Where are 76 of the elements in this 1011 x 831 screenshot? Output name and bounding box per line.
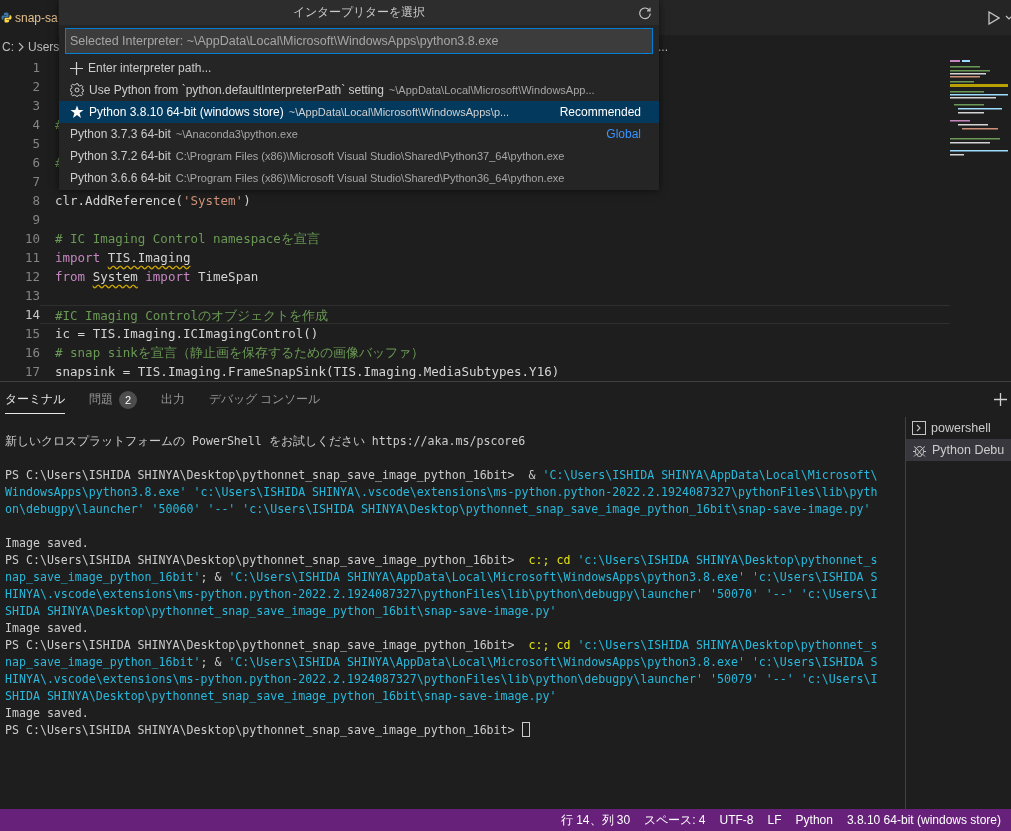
terminal-line: PS C:\Users\ISHIDA SHINYA\Desktop\pythonnet_snap_save_image_python_16bit> c:; cd 'c:\Users\ISHIDA SHINYA\Desktop\pythonnet_s: [5, 552, 879, 569]
terminal-line: PS C:\Users\ISHIDA SHINYA\Desktop\pythonnet_snap_save_image_python_16bit>: [5, 722, 905, 739]
terminal-list-item[interactable]: powershell: [906, 417, 1011, 439]
code-line: #IC Imaging Controlのオブジェクトを作成: [55, 307, 328, 324]
status-item[interactable]: Python: [795, 813, 833, 827]
panel-tab[interactable]: 出力: [161, 385, 185, 414]
status-item[interactable]: 行 14、列 30: [560, 811, 631, 829]
code-line: ic = TIS.Imaging.ICImagingControl(): [55, 325, 319, 342]
status-item[interactable]: スペース: 4: [644, 811, 706, 829]
terminal-line: nap_save_image_python_16bit'; & 'C:\Users\ISHIDA SHINYA\AppData\Local\Microsoft\WindowsApps\python3.8.exe' 'c:\Users\ISHIDA S: [5, 569, 879, 586]
breadcrumb-overflow[interactable]: ...: [658, 39, 668, 54]
terminal-line: WindowsApps\python3.8.exe' 'c:\Users\ISHIDA SHINYA\.vscode\extensions\ms-python.python-2022.2.1924087327\pythonFiles\lib\pyth: [5, 484, 879, 501]
status-item[interactable]: UTF-8: [719, 813, 754, 827]
plus-icon: [70, 61, 83, 75]
line-number: 5: [31, 135, 40, 153]
terminal-line: HINYA\.vscode\extensions\ms-python.python-2022.2.1924087327\pythonFiles\lib\python\debugpy\launcher' '50079' '--' 'c:\Users\I: [5, 671, 879, 688]
code-line: import TIS.Imaging: [55, 249, 191, 266]
line-number: 14: [23, 306, 40, 324]
line-number: 3: [31, 97, 40, 115]
line-number: 13: [23, 287, 40, 305]
line-number: 4: [31, 116, 40, 134]
breadcrumb-item[interactable]: C:: [2, 39, 14, 54]
line-number: 12: [23, 268, 40, 286]
line-number: 1: [31, 59, 40, 77]
refresh-icon[interactable]: [638, 6, 652, 20]
line-number: 2: [31, 78, 40, 96]
line-number: 6: [31, 154, 40, 172]
line-number: 16: [23, 344, 40, 362]
line-number: 10: [23, 230, 40, 248]
terminal-line: nap_save_image_python_16bit'; & 'C:\Users\ISHIDA SHINYA\AppData\Local\Microsoft\WindowsApps\python3.8.exe' 'c:\Users\ISHIDA S: [5, 654, 879, 671]
line-number: 7: [31, 173, 40, 191]
interpreter-option[interactable]: Python 3.6.6 64-bit C:\Program Files (x86)\Microsoft Visual Studio\Shared\Python36_64\python.exe: [59, 167, 659, 189]
interpreter-option[interactable]: Python 3.7.2 64-bit C:\Program Files (x86)\Microsoft Visual Studio\Shared\Python37_64\python.exe: [59, 145, 659, 167]
status-item[interactable]: LF: [767, 813, 782, 827]
terminal-line: PS C:\Users\ISHIDA SHINYA\Desktop\pythonnet_snap_save_image_python_16bit> & 'C:\Users\ISHIDA SHINYA\AppData\Local\Microsoft\: [5, 467, 879, 484]
code-line: clr.AddReference('System'): [55, 192, 251, 209]
plus-icon[interactable]: [994, 393, 1007, 406]
line-number: 9: [31, 211, 40, 229]
line-number: 11: [23, 249, 40, 267]
code-line: snapsink = TIS.Imaging.FrameSnapSink(TIS.Imaging.MediaSubtypes.Y16): [55, 363, 560, 380]
chevron-right-icon: [18, 41, 24, 52]
terminal-line: Image saved.: [5, 535, 90, 552]
terminal-line: PS C:\Users\ISHIDA SHINYA\Desktop\pythonnet_snap_save_image_python_16bit> c:; cd 'c:\Users\ISHIDA SHINYA\Desktop\pythonnet_s: [5, 637, 879, 654]
dialog-title: インタープリターを選択: [293, 4, 425, 21]
interpreter-option[interactable]: Use Python from `python.defaultInterpreterPath` setting ~\AppData\Local\Microsoft\WindowsApp...: [59, 79, 659, 101]
code-line: from System import TimeSpan: [55, 268, 259, 285]
settings-icon: [70, 83, 84, 97]
terminal-line: Image saved.: [5, 705, 90, 722]
chevron-icon[interactable]: [1005, 14, 1011, 21]
search-field[interactable]: Selected Interpreter: ~\AppData\Local\Microsoft\WindowsApps\python3.8.exe: [65, 28, 653, 54]
star-icon: [70, 105, 84, 119]
interpreter-option[interactable]: Python 3.7.3 64-bit ~\Anaconda3\python.exe Global: [59, 123, 659, 145]
status-item[interactable]: 3.8.10 64-bit (windows store): [846, 813, 1001, 827]
terminal-line: HINYA\.vscode\extensions\ms-python.python-2022.2.1924087327\pythonFiles\lib\python\debugpy\launcher' '50070' '--' 'c:\Users\I: [5, 586, 879, 603]
code-line: # snap sinkを宣言（静止画を保存するための画像バッファ）: [55, 344, 424, 361]
terminal-line: 新しいクロスプラットフォームの PowerShell をお試しください https://aka.ms/pscore6: [5, 433, 527, 450]
interpreter-option[interactable]: Python 3.8.10 64-bit (windows store) ~\AppData\Local\Microsoft\WindowsApps\p... Recommended: [59, 101, 659, 123]
panel-tab[interactable]: デバッグ コンソール: [209, 385, 321, 414]
terminal-icon: [912, 421, 926, 435]
code-line: # IC Imaging Control namespaceを宣言: [55, 230, 320, 247]
line-number: 15: [23, 325, 40, 343]
line-number: 17: [23, 363, 40, 381]
panel-tab[interactable]: 問題 2: [89, 384, 137, 415]
breadcrumb-item[interactable]: Users: [28, 39, 60, 54]
terminal-line: Image saved.: [5, 620, 90, 637]
terminal-line: SHIDA SHINYA\Desktop\pythonnet_snap_save_image_python_16bit\snap-save-image.py': [5, 688, 558, 705]
interpreter-option[interactable]: Enter interpreter path...: [59, 57, 659, 79]
python-icon: [1, 12, 12, 23]
terminal-line: on\debugpy\launcher' '50060' '--' 'c:\Users\ISHIDA SHINYA\Desktop\pythonnet_snap_save_image_python_16bit\snap-save-image.py': [5, 501, 872, 518]
line-number: 8: [31, 192, 40, 210]
editor-tab[interactable]: snap-sa: [0, 0, 58, 35]
terminal-line: SHIDA SHINYA\Desktop\pythonnet_snap_save_image_python_16bit\snap-save-image.py': [5, 603, 558, 620]
terminal-list-item[interactable]: Python Debu: [906, 439, 1011, 461]
panel-tab[interactable]: ターミナル: [5, 385, 65, 414]
run-icon[interactable]: [988, 10, 1000, 25]
count-badge: 2: [119, 390, 137, 409]
